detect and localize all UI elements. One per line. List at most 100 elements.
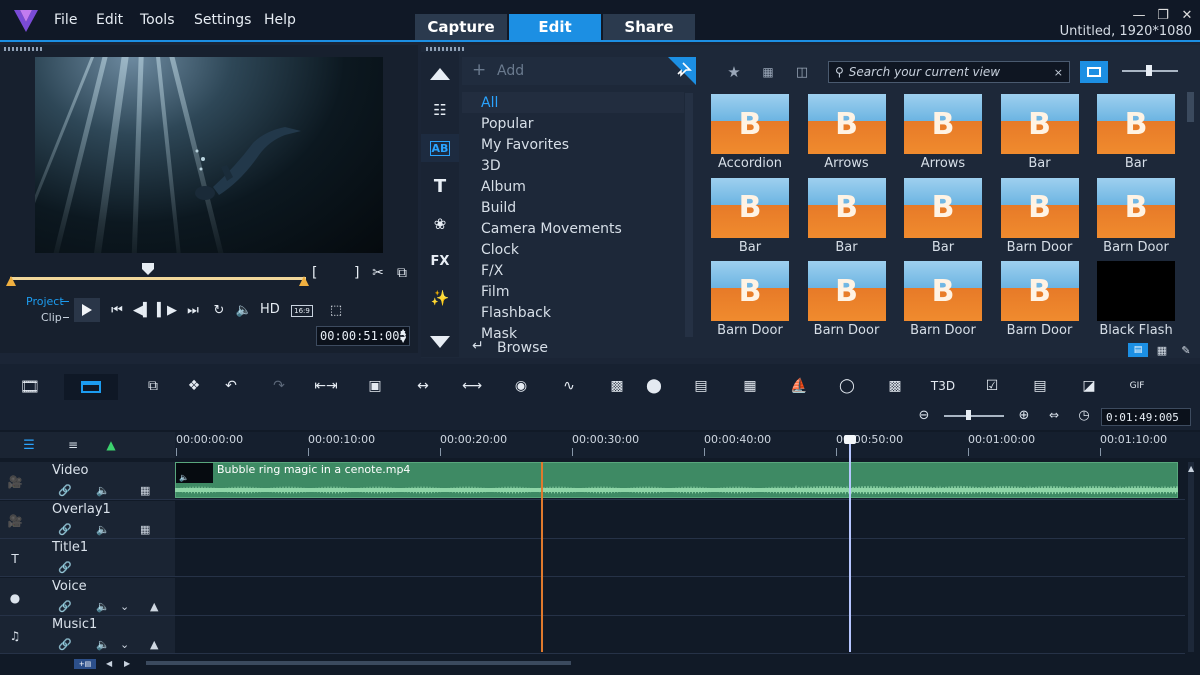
timeline-vertical-scrollbar[interactable] <box>1188 462 1194 652</box>
undo-icon[interactable]: ↶ <box>219 376 243 396</box>
pan-zoom-icon[interactable]: ▩ <box>883 376 907 396</box>
grid-scrollbar[interactable] <box>1187 92 1194 122</box>
browse-button[interactable]: ↵ Browse <box>462 338 696 358</box>
scroll-left-icon[interactable]: ◀ <box>106 659 112 668</box>
options-icon[interactable]: ✎ <box>1176 343 1196 357</box>
go-start-icon[interactable]: ⏮ <box>106 300 128 320</box>
fit-timeline-icon[interactable]: ⇤⇥ <box>314 376 338 396</box>
hd-preview-toggle[interactable]: HD <box>260 302 280 317</box>
clear-search-icon[interactable]: × <box>1054 66 1063 79</box>
next-frame-icon[interactable]: ▍▶ <box>156 300 178 320</box>
tab-capture[interactable]: Capture <box>415 14 507 40</box>
menu-file[interactable]: File <box>54 12 77 28</box>
pin-icon[interactable] <box>668 57 696 85</box>
show-titles-toggle-icon[interactable] <box>1080 61 1108 83</box>
transition-thumbnail[interactable]: B Arrows <box>899 94 987 171</box>
sound-mixer-icon[interactable]: ∿ <box>557 376 581 396</box>
music-track-icon[interactable]: ♫ <box>4 626 26 646</box>
gif-creator-icon[interactable]: GIF <box>1125 376 1149 396</box>
category-item[interactable]: F/X <box>462 260 684 281</box>
menu-edit[interactable]: Edit <box>96 12 123 28</box>
repeat-icon[interactable]: ↻ <box>208 300 230 320</box>
ripple-track-icon[interactable]: ▲ <box>150 600 158 613</box>
ripple-track-icon[interactable]: ▲ <box>150 638 158 651</box>
overlay-track-icon[interactable]: 🎥 <box>4 511 26 531</box>
category-item[interactable]: Flashback <box>462 302 684 323</box>
play-button[interactable] <box>74 298 100 322</box>
track-volume-icon[interactable]: 🔈 <box>96 484 110 497</box>
category-item[interactable]: My Favorites <box>462 134 684 155</box>
tools-icon[interactable]: ❖ <box>182 376 206 396</box>
category-scrollbar[interactable] <box>685 93 693 337</box>
category-item[interactable]: Popular <box>462 113 684 134</box>
enlarge-preview-icon[interactable]: ⧉ <box>394 265 410 281</box>
transition-thumbnail[interactable]: B Barn Door <box>1092 177 1180 255</box>
track-manager-icon[interactable]: ☰ <box>18 437 40 453</box>
transition-thumbnail[interactable]: B Bar <box>899 177 987 255</box>
copy-icon[interactable]: ⧉ <box>141 376 165 396</box>
link-icon[interactable]: 🔗 <box>58 561 72 574</box>
tab-edit[interactable]: Edit <box>509 14 601 40</box>
transition-thumbnail[interactable]: B Barn Door <box>706 261 794 338</box>
library-grip[interactable] <box>426 47 464 51</box>
redo-icon[interactable]: ↷ <box>267 376 291 396</box>
in-point-line[interactable] <box>541 462 543 652</box>
category-item[interactable]: Clock <box>462 239 684 260</box>
mode-project[interactable]: Project <box>26 295 64 308</box>
mark-out-button[interactable]: ] <box>354 265 359 281</box>
category-item[interactable]: Film <box>462 281 684 302</box>
record-capture-icon[interactable]: ◉ <box>509 376 533 396</box>
aspect-ratio-badge[interactable]: 16:9 <box>291 305 313 317</box>
view-list-icon[interactable]: ▤ <box>1128 343 1148 357</box>
split-icon[interactable]: ↔ <box>411 376 435 396</box>
timeline-view-button[interactable] <box>64 374 118 400</box>
category-item[interactable]: Album <box>462 176 684 197</box>
search-input[interactable]: ⚲ Search your current view × <box>828 61 1070 83</box>
expand-track-icon[interactable]: ⌄ <box>120 600 129 613</box>
preview-window[interactable] <box>35 57 383 253</box>
fx-icon[interactable]: FX <box>421 247 459 275</box>
link-icon[interactable]: 🔗 <box>58 523 72 536</box>
category-item-all[interactable]: All <box>462 92 684 113</box>
thumbnail-size-handle[interactable] <box>1146 65 1152 76</box>
transition-thumbnail[interactable]: B Bar <box>1092 94 1180 171</box>
track-lane[interactable] <box>175 577 1185 616</box>
up-arrow-icon[interactable] <box>421 60 459 88</box>
scroll-right-icon[interactable]: ▶ <box>124 659 130 668</box>
zoom-slider[interactable] <box>944 415 1004 417</box>
player-timecode[interactable]: 00:00:51:005 <box>316 326 410 346</box>
split-screen-icon[interactable]: ☑ <box>980 376 1004 396</box>
view-thumbnail-icon[interactable]: ▦ <box>1152 343 1172 357</box>
scrubber-handle[interactable] <box>141 261 155 275</box>
player-grip[interactable] <box>4 47 42 51</box>
mode-clip[interactable]: Clip <box>41 311 62 324</box>
split-clip-icon[interactable]: ✂ <box>370 265 386 281</box>
menu-settings[interactable]: Settings <box>194 12 251 28</box>
transition-thumbnail[interactable]: B Barn Door <box>996 177 1084 255</box>
category-item[interactable]: 3D <box>462 155 684 176</box>
prev-frame-icon[interactable]: ◀▍ <box>132 300 154 320</box>
restore-icon[interactable]: ❐ <box>1154 6 1172 24</box>
transition-thumbnail[interactable]: B Barn Door <box>996 261 1084 338</box>
close-icon[interactable]: ✕ <box>1178 6 1196 24</box>
chapter-marker-icon[interactable]: ≡ <box>62 437 84 453</box>
minimize-icon[interactable]: — <box>1130 6 1148 24</box>
storyboard-view-icon[interactable]: 🎞 <box>18 376 42 396</box>
category-item[interactable]: Camera Movements <box>462 218 684 239</box>
playhead-handle[interactable] <box>843 434 857 446</box>
trim-in-marker-icon[interactable] <box>6 276 16 286</box>
mask-creator-icon[interactable]: ◯ <box>835 376 859 396</box>
link-icon[interactable]: 🔗 <box>58 600 72 613</box>
track-header[interactable] <box>0 577 175 616</box>
menu-help[interactable]: Help <box>264 12 296 28</box>
auto-music-icon[interactable]: ▩ <box>605 376 629 396</box>
transition-thumbnail[interactable]: Black Flash <box>1092 261 1180 338</box>
subtitle-editor-icon[interactable]: ▤ <box>689 376 713 396</box>
category-item[interactable]: Build <box>462 197 684 218</box>
track-grid-icon[interactable]: ▦ <box>140 523 150 536</box>
title-icon[interactable]: T <box>421 172 459 200</box>
title-3d-icon[interactable]: T3D <box>931 376 955 396</box>
track-lane[interactable] <box>175 616 1185 655</box>
fit-zoom-icon[interactable]: ⇔ <box>1046 407 1062 423</box>
timecode-stepper-icon[interactable]: ▲ ▼ <box>400 328 406 344</box>
